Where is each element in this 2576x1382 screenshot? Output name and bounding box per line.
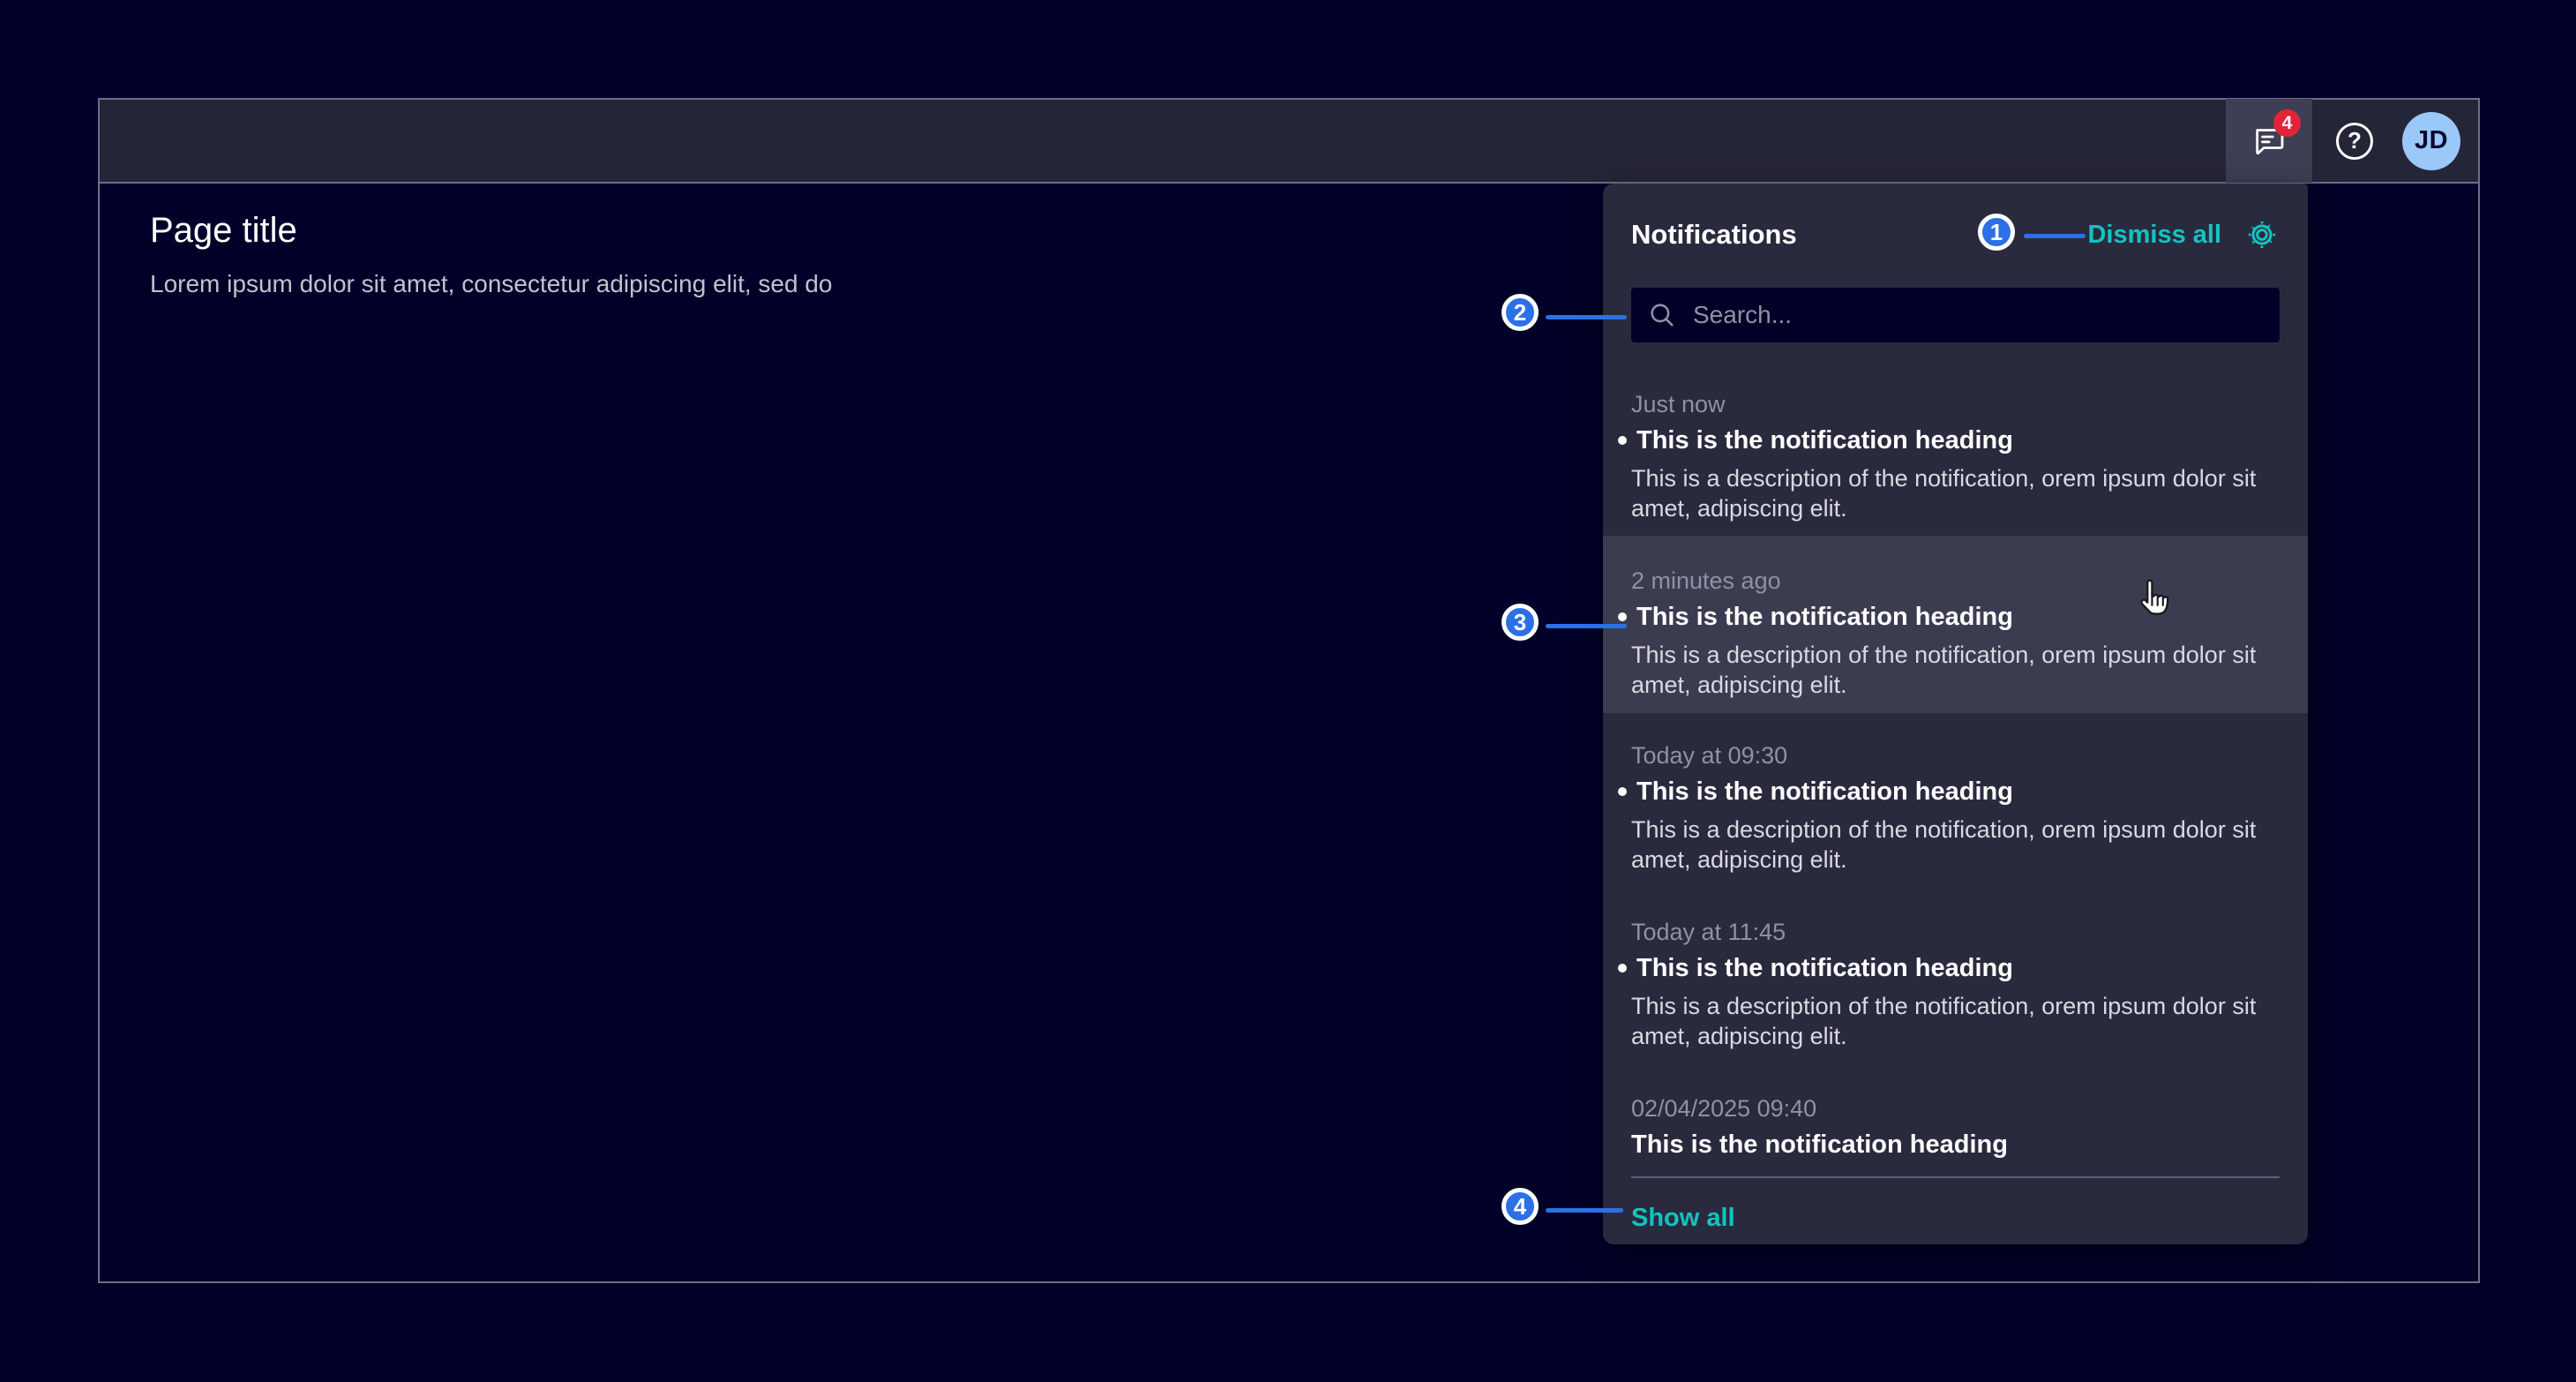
unread-dot bbox=[1618, 787, 1627, 796]
search-icon bbox=[1647, 300, 1677, 330]
notification-item[interactable]: Today at 09:30 This is the notification … bbox=[1631, 740, 2280, 875]
gear-icon bbox=[2244, 217, 2280, 252]
notifications-panel-header: Notifications Dismiss all bbox=[1631, 217, 2280, 252]
annotation-line bbox=[1546, 624, 1627, 628]
unread-dot bbox=[1618, 612, 1627, 621]
notification-heading: This is the notification heading bbox=[1631, 601, 2280, 633]
notification-item-hovered[interactable]: 2 minutes ago This is the notification h… bbox=[1603, 536, 2308, 713]
notification-heading: This is the notification heading bbox=[1631, 1129, 2280, 1160]
notification-item[interactable]: Just now This is the notification headin… bbox=[1631, 389, 2280, 523]
notification-description: This is a description of the notificatio… bbox=[1631, 640, 2280, 700]
page-subtitle: Lorem ipsum dolor sit amet, consectetur … bbox=[150, 270, 833, 298]
page-title: Page title bbox=[150, 211, 833, 251]
list-divider bbox=[1631, 1176, 2280, 1178]
annotation-line bbox=[1546, 315, 1627, 319]
notification-description: This is a description of the notificatio… bbox=[1631, 463, 2280, 523]
show-all-button[interactable]: Show all bbox=[1631, 1202, 1735, 1234]
notification-time: 2 minutes ago bbox=[1631, 566, 2280, 596]
notification-count-badge: 4 bbox=[2273, 109, 2301, 137]
avatar[interactable]: JD bbox=[2402, 112, 2460, 170]
top-bar: 4 ? JD bbox=[100, 100, 2478, 184]
notification-time: Today at 11:45 bbox=[1631, 917, 2280, 947]
notifications-title: Notifications bbox=[1631, 219, 1797, 251]
notification-item: 2 minutes ago This is the notification h… bbox=[1631, 566, 2280, 700]
notification-description: This is a description of the notificatio… bbox=[1631, 991, 2280, 1051]
notifications-button[interactable]: 4 bbox=[2226, 99, 2312, 183]
annotation-marker-3: 3 bbox=[1501, 604, 1539, 641]
notification-time: Today at 09:30 bbox=[1631, 740, 2280, 770]
annotation-marker-4: 4 bbox=[1501, 1188, 1539, 1225]
notifications-panel: Notifications Dismiss all Just now This … bbox=[1603, 184, 2308, 1244]
annotation-marker-2: 2 bbox=[1501, 294, 1539, 331]
notification-item[interactable]: Today at 11:45 This is the notification … bbox=[1631, 917, 2280, 1051]
annotation-line bbox=[2024, 234, 2086, 238]
annotation-marker-1: 1 bbox=[1978, 214, 2015, 251]
notification-heading: This is the notification heading bbox=[1631, 776, 2280, 807]
notification-description: This is a description of the notificatio… bbox=[1631, 815, 2280, 875]
notification-search bbox=[1631, 288, 2280, 342]
notification-time: Just now bbox=[1631, 389, 2280, 419]
notification-item[interactable]: 02/04/2025 09:40 This is the notificatio… bbox=[1631, 1093, 2280, 1168]
page-header: Page title Lorem ipsum dolor sit amet, c… bbox=[150, 211, 833, 298]
notification-list: Just now This is the notification headin… bbox=[1631, 389, 2280, 1234]
notification-heading: This is the notification heading bbox=[1631, 424, 2280, 456]
unread-dot bbox=[1618, 964, 1627, 973]
notification-settings-button[interactable] bbox=[2244, 217, 2280, 252]
unread-dot bbox=[1618, 436, 1627, 445]
notification-heading: This is the notification heading bbox=[1631, 952, 2280, 984]
annotation-line bbox=[1546, 1208, 1623, 1213]
notification-time: 02/04/2025 09:40 bbox=[1631, 1093, 2280, 1123]
help-button[interactable]: ? bbox=[2312, 99, 2397, 183]
search-input[interactable] bbox=[1631, 288, 2280, 342]
dismiss-all-button[interactable]: Dismiss all bbox=[2087, 221, 2221, 250]
help-icon: ? bbox=[2336, 123, 2373, 160]
